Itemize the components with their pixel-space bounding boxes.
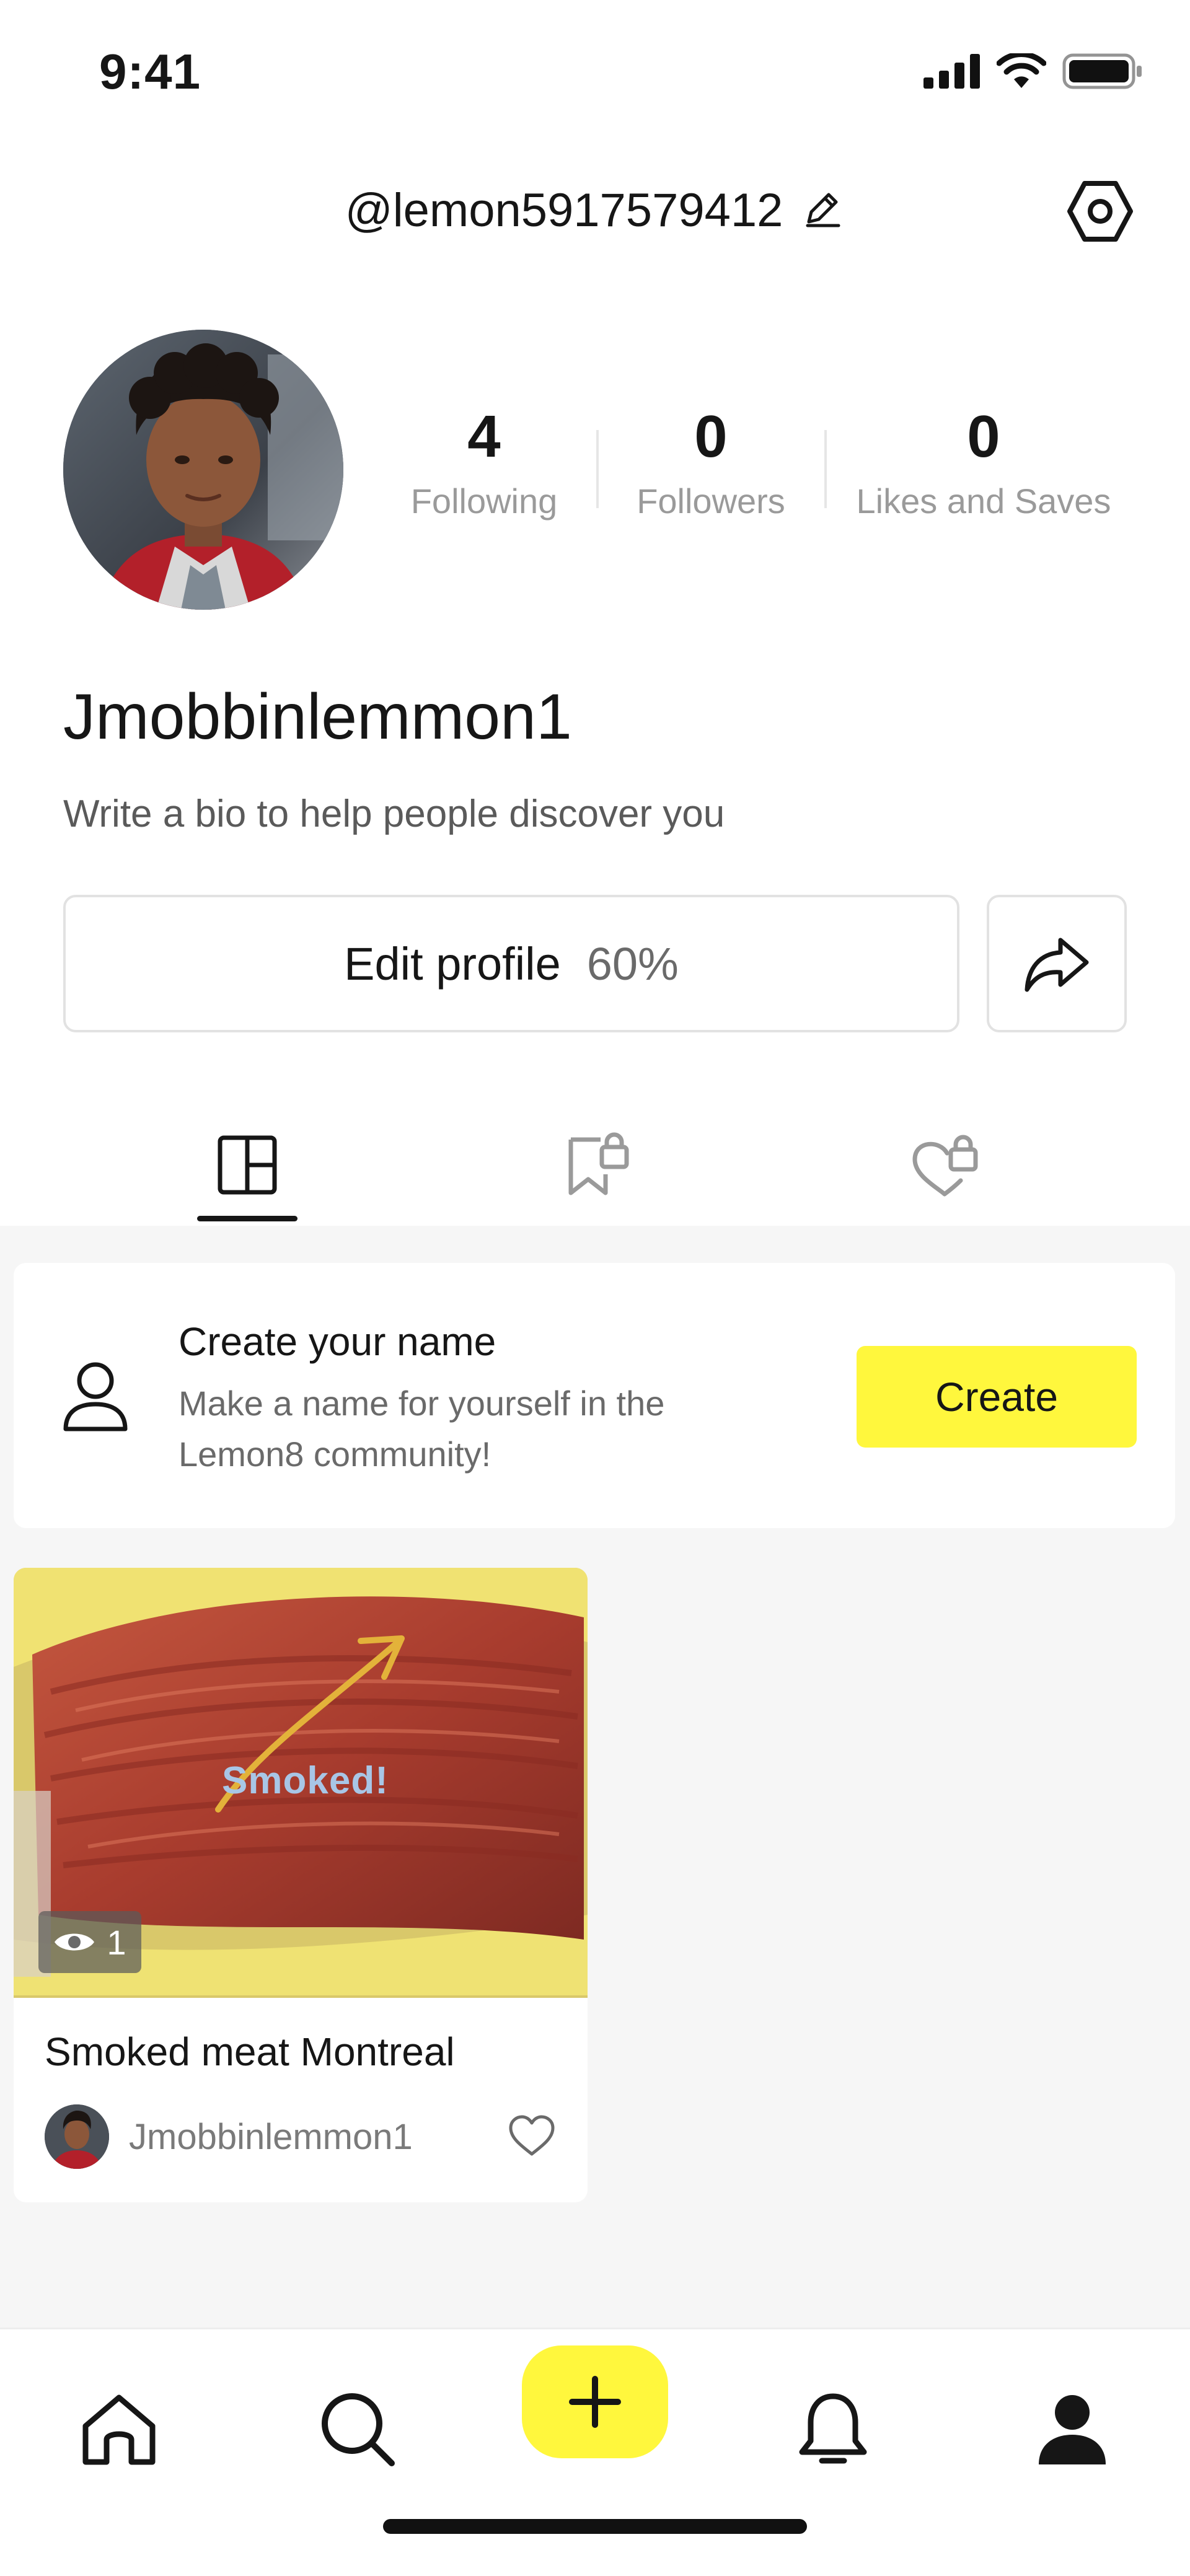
view-count-badge: 1 bbox=[38, 1911, 141, 1973]
stat-followers-count: 0 bbox=[694, 403, 728, 470]
battery-icon bbox=[1062, 53, 1142, 89]
username-handle[interactable]: @lemon5917579412 bbox=[0, 183, 1190, 242]
nav-search[interactable] bbox=[315, 2386, 402, 2473]
nav-home[interactable] bbox=[76, 2386, 162, 2473]
wifi-icon bbox=[997, 53, 1046, 88]
search-icon bbox=[322, 2393, 395, 2466]
status-time: 9:41 bbox=[99, 44, 201, 99]
home-indicator bbox=[383, 2519, 807, 2534]
stat-following[interactable]: 4 Following bbox=[372, 403, 596, 521]
profile-completion-percent: 60% bbox=[586, 938, 679, 990]
stat-following-count: 4 bbox=[467, 403, 501, 470]
profile-avatar[interactable] bbox=[63, 330, 343, 610]
bio-placeholder[interactable]: Write a bio to help people discover you bbox=[63, 792, 725, 836]
bottom-navigation bbox=[0, 2328, 1190, 2576]
post-title[interactable]: Smoked meat Montreal bbox=[45, 2029, 455, 2075]
profile-icon bbox=[1039, 2395, 1106, 2464]
grid-icon bbox=[218, 1135, 277, 1195]
view-count: 1 bbox=[107, 1922, 126, 1962]
author-name: Jmobbinlemmon1 bbox=[129, 2116, 413, 2157]
stat-followers[interactable]: 0 Followers bbox=[599, 403, 823, 521]
cellular-signal-icon bbox=[923, 54, 980, 89]
plus-icon bbox=[569, 2376, 621, 2428]
stat-likes-count: 0 bbox=[967, 403, 1000, 470]
home-icon bbox=[82, 2394, 156, 2465]
author-avatar bbox=[45, 2104, 109, 2169]
create-name-button[interactable]: Create bbox=[857, 1346, 1137, 1448]
settings-hexagon-icon[interactable] bbox=[1066, 177, 1134, 245]
create-post-button[interactable] bbox=[522, 2345, 668, 2458]
post-thumbnail[interactable]: Smoked! 1 bbox=[14, 1568, 588, 1998]
tab-saved[interactable] bbox=[560, 1128, 635, 1202]
stat-likes-label: Likes and Saves bbox=[856, 481, 1111, 521]
display-name: Jmobbinlemmon1 bbox=[63, 681, 572, 753]
stat-following-label: Following bbox=[410, 481, 558, 521]
profile-header: @lemon5917579412 bbox=[0, 146, 1190, 276]
nav-notifications[interactable] bbox=[790, 2386, 876, 2473]
profile-screen: 9:41 @lemon5917579412 4 Following 0 Foll… bbox=[0, 0, 1190, 2576]
handle-text: @lemon5917579412 bbox=[345, 184, 783, 237]
create-name-card: Create your name Make a name for yoursel… bbox=[14, 1263, 1175, 1528]
post-author[interactable]: Jmobbinlemmon1 bbox=[45, 2104, 413, 2169]
heart-lock-icon bbox=[912, 1135, 978, 1197]
share-profile-button[interactable] bbox=[987, 895, 1127, 1032]
tab-liked[interactable] bbox=[907, 1128, 982, 1202]
tab-posts-grid[interactable] bbox=[210, 1128, 284, 1202]
person-outline-icon bbox=[61, 1360, 130, 1437]
bookmark-lock-icon bbox=[568, 1132, 629, 1195]
image-caption-text: Smoked! bbox=[222, 1759, 389, 1802]
profile-tabs bbox=[0, 1091, 1190, 1228]
nav-profile[interactable] bbox=[1029, 2386, 1116, 2473]
create-name-description: Make a name for yourself in the Lemon8 c… bbox=[178, 1384, 665, 1474]
edit-profile-button[interactable]: Edit profile 60% bbox=[63, 895, 959, 1032]
stat-likes-saves[interactable]: 0 Likes and Saves bbox=[827, 403, 1140, 521]
status-icons bbox=[923, 53, 1143, 89]
profile-stats: 4 Following 0 Followers 0 Likes and Save… bbox=[372, 403, 1140, 545]
stat-followers-label: Followers bbox=[637, 481, 785, 521]
bell-icon bbox=[799, 2393, 867, 2464]
edit-profile-label: Edit profile bbox=[344, 938, 561, 990]
post-card[interactable]: Smoked! 1 Smoked meat Montreal Jmobbinle… bbox=[14, 1568, 588, 2202]
create-name-title: Create your name bbox=[178, 1319, 496, 1364]
active-tab-indicator bbox=[197, 1216, 298, 1221]
share-arrow-icon bbox=[1025, 938, 1089, 992]
like-heart-icon[interactable] bbox=[508, 2114, 555, 2160]
status-bar: 9:41 bbox=[0, 0, 1190, 146]
edit-pencil-icon[interactable] bbox=[800, 186, 845, 242]
eye-icon bbox=[55, 1933, 95, 1951]
